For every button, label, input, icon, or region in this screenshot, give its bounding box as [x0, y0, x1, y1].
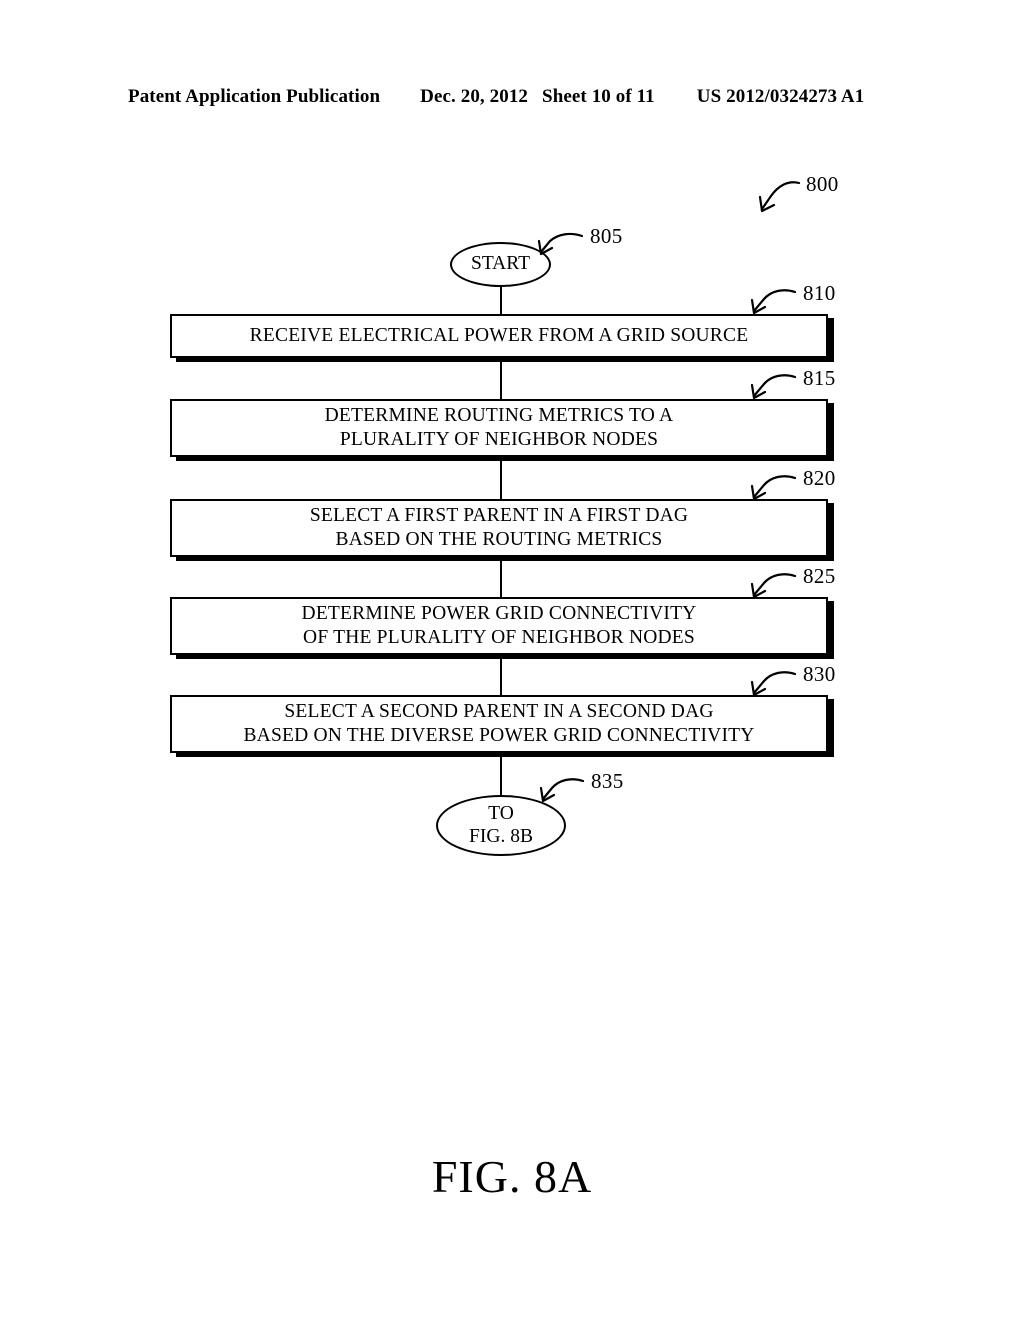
process-box-825-line1: DETERMINE POWER GRID CONNECTIVITY [301, 603, 697, 625]
process-box-820[interactable]: SELECT A FIRST PARENT IN A FIRST DAG BAS… [170, 499, 828, 557]
ref-label-815: 815 [803, 366, 836, 390]
leader-830 [750, 671, 797, 697]
leader-825 [750, 573, 797, 599]
leader-810 [750, 289, 797, 315]
process-box-830-line1: SELECT A SECOND PARENT IN A SECOND DAG [284, 701, 714, 723]
process-box-825[interactable]: DETERMINE POWER GRID CONNECTIVITY OF THE… [170, 597, 828, 655]
leader-835 [539, 778, 585, 803]
leader-805 [537, 232, 584, 256]
connector-815-to-820 [500, 457, 502, 499]
end-terminal-line2: FIG. 8B [469, 825, 533, 847]
process-box-815[interactable]: DETERMINE ROUTING METRICS TO A PLURALITY… [170, 399, 828, 457]
leader-lines [537, 181, 801, 803]
ref-label-825: 825 [803, 564, 836, 588]
ref-label-800: 800 [806, 172, 839, 196]
process-box-830-line2: BASED ON THE DIVERSE POWER GRID CONNECTI… [243, 725, 755, 746]
flowchart-start-terminal[interactable]: START [450, 242, 551, 287]
process-box-820-line1: SELECT A FIRST PARENT IN A FIRST DAG [309, 505, 689, 527]
process-box-830[interactable]: SELECT A SECOND PARENT IN A SECOND DAG B… [170, 695, 828, 753]
ref-label-805: 805 [590, 224, 623, 248]
process-box-810[interactable]: RECEIVE ELECTRICAL POWER FROM A GRID SOU… [170, 314, 828, 358]
process-box-820-line2: BASED ON THE ROUTING METRICS [335, 529, 663, 550]
leader-800 [758, 181, 801, 213]
ref-label-810: 810 [803, 281, 836, 305]
ref-label-820: 820 [803, 466, 836, 490]
connector-810-to-815 [500, 358, 502, 399]
leader-820 [750, 475, 797, 501]
process-box-810-line1: RECEIVE ELECTRICAL POWER FROM A GRID SOU… [249, 325, 749, 347]
connector-start-to-810 [500, 285, 502, 314]
process-box-815-line1: DETERMINE ROUTING METRICS TO A [324, 405, 674, 427]
start-terminal-label: START [470, 253, 531, 275]
connector-820-to-825 [500, 557, 502, 597]
flowchart-figure: 800 805 810 815 820 825 830 835 START RE… [0, 0, 1024, 1320]
process-box-825-line2: OF THE PLURALITY OF NEIGHBOR NODES [303, 627, 695, 648]
flowchart-end-terminal[interactable]: TO FIG. 8B [436, 795, 566, 856]
leader-815 [750, 374, 797, 400]
connector-825-to-830 [500, 655, 502, 695]
end-terminal-line1: TO [488, 802, 514, 824]
ref-label-835: 835 [591, 769, 624, 793]
figure-caption: FIG. 8A [431, 1151, 593, 1202]
process-box-815-line2: PLURALITY OF NEIGHBOR NODES [339, 429, 659, 450]
connector-830-to-end [500, 753, 502, 798]
ref-label-830: 830 [803, 662, 836, 686]
